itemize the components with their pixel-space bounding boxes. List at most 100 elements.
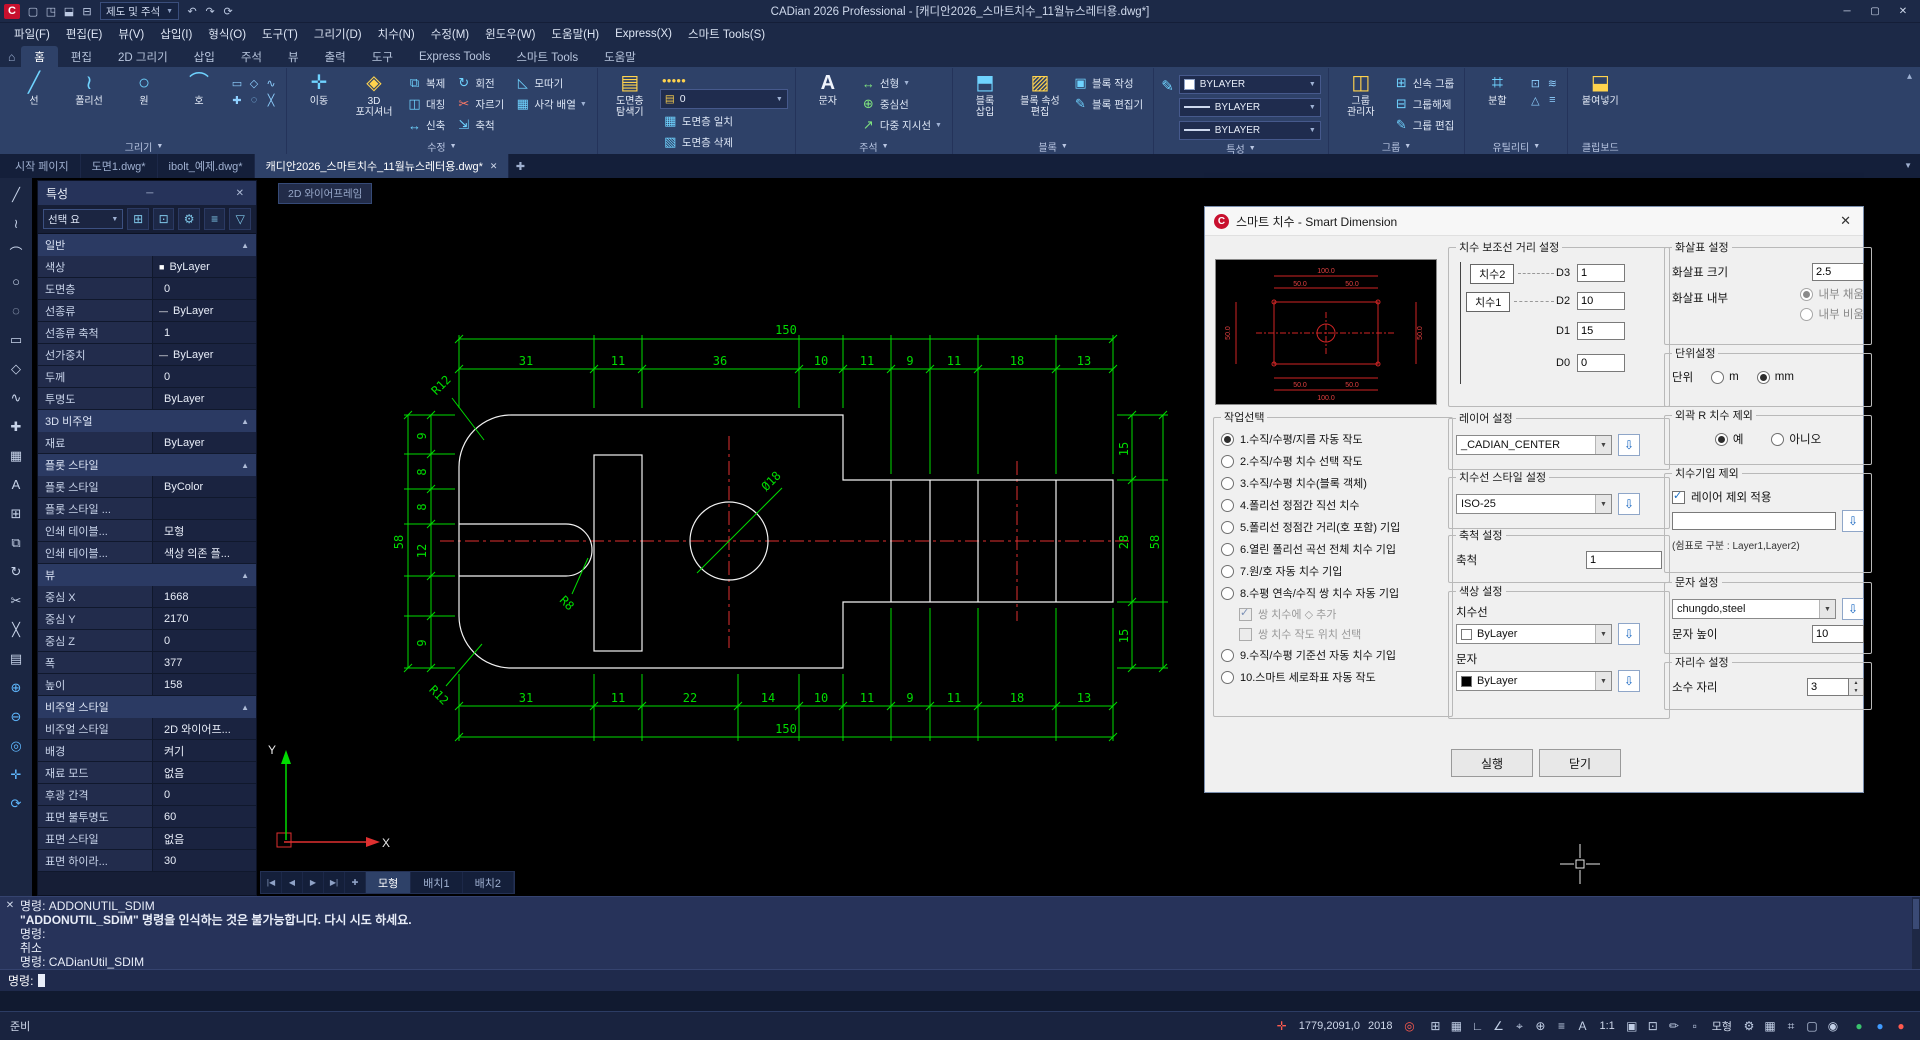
pick-layer-icon[interactable]: ⇩	[1618, 434, 1640, 456]
point-icon[interactable]: ✚	[229, 92, 245, 108]
rotate-button[interactable]: ↻회전	[453, 73, 507, 93]
dialog-title-bar[interactable]: C 스마트 치수 - Smart Dimension ✕	[1205, 207, 1863, 236]
collapse-ribbon-icon[interactable]: ▴	[1907, 71, 1912, 82]
settings-icon[interactable]: ⚙	[178, 208, 200, 230]
outer-r-yes-option[interactable]: 예	[1715, 431, 1744, 447]
property-row[interactable]: 선종류 축척1	[38, 322, 256, 344]
dimension-option[interactable]: 10.스마트 세로좌표 자동 작도	[1221, 666, 1445, 688]
3d-positioner-button[interactable]: ◈3D 포지셔너	[349, 69, 399, 118]
zoom-out-tool-icon[interactable]: ⊖	[1, 702, 31, 731]
run-button[interactable]: 실행	[1451, 749, 1533, 777]
mirror-button[interactable]: ◫대칭	[404, 94, 448, 114]
layer-explorer-button[interactable]: ▤도면층 탐색기	[605, 69, 655, 118]
radio-icon[interactable]	[1800, 288, 1813, 301]
arc-tool-icon[interactable]: ⌒	[1, 238, 31, 267]
osnap-icon[interactable]: ⌖	[1510, 1017, 1528, 1035]
layer-delete-button[interactable]: ▧도면층 삭제	[660, 132, 788, 152]
d0-input[interactable]	[1577, 354, 1625, 372]
select-objects-icon[interactable]: ⊡	[153, 208, 175, 230]
annotation-icon[interactable]: A	[1573, 1017, 1591, 1035]
property-row[interactable]: 두께0	[38, 366, 256, 388]
property-row[interactable]: 재료 모드없음	[38, 762, 256, 784]
close-button[interactable]: ✕	[1890, 2, 1916, 20]
d3-input[interactable]	[1577, 264, 1625, 282]
layer-exclude-checkbox[interactable]: 레이어 제외 적용	[1672, 489, 1864, 505]
group-manager-button[interactable]: ◫그룹 관리자	[1336, 69, 1386, 118]
dynamic-input-icon[interactable]: ✏	[1665, 1017, 1683, 1035]
scale-button[interactable]: ⇲축척	[453, 115, 507, 135]
maximize-button[interactable]: ▢	[1862, 2, 1888, 20]
clean-screen-icon[interactable]: ▢	[1803, 1017, 1821, 1035]
isolate-objects-icon[interactable]: ⌗	[1782, 1017, 1800, 1035]
point-tool-icon[interactable]: ✚	[1, 412, 31, 441]
radio-icon[interactable]	[1711, 371, 1724, 384]
ribbon-tab[interactable]: 삽입	[181, 46, 228, 67]
document-tab[interactable]: 도면1.dwg* ✕	[81, 154, 158, 178]
property-row[interactable]: 플롯 스타일ByColor	[38, 476, 256, 498]
divide-button[interactable]: ⌗분할	[1472, 69, 1522, 107]
ellipse-icon[interactable]: ◌	[246, 92, 262, 108]
ribbon-tab[interactable]: 뷰	[275, 46, 312, 67]
block-editor-button[interactable]: ✎블록 편집기	[1070, 94, 1146, 114]
palette-section-header[interactable]: 일반▲	[38, 234, 256, 256]
rectangle-tool-icon[interactable]: ▭	[1, 325, 31, 354]
dimension-option[interactable]: 5.폴리선 정점간 거리(호 포함) 기입	[1221, 516, 1445, 538]
crosshair-icon[interactable]: ✛	[1273, 1017, 1291, 1035]
ribbon-tab[interactable]: 편집	[58, 46, 105, 67]
cadian-logo[interactable]: C	[4, 4, 20, 19]
block-attribute-button[interactable]: ▨블록 속성 편집	[1015, 69, 1065, 118]
group-label-draw[interactable]: 그리기▼	[9, 139, 279, 154]
space-indicator[interactable]: 모형	[1712, 1018, 1732, 1034]
first-tab-icon[interactable]: |◀	[261, 872, 282, 893]
layer-match-button[interactable]: ▦도면층 일치	[660, 111, 788, 131]
d2-input[interactable]	[1577, 292, 1625, 310]
document-tab[interactable]: 캐디안2026_스마트치수_11월뉴스레터용.dwg* ✕	[255, 154, 510, 178]
status-red-dot[interactable]: ●	[1892, 1017, 1910, 1035]
polyline-button[interactable]: ≀폴리선	[64, 69, 114, 107]
text-color-combo[interactable]: ByLayer▼	[1456, 671, 1612, 691]
arc-button[interactable]: ⌒호	[174, 69, 224, 107]
arrow-empty-option[interactable]: 내부 비움	[1800, 306, 1864, 322]
minimize-button[interactable]: ─	[1834, 2, 1860, 20]
pan-tool-icon[interactable]: ✛	[1, 760, 31, 789]
spline-icon[interactable]: ∿	[263, 75, 279, 91]
line-tool-icon[interactable]: ╱	[1, 180, 31, 209]
dimension-style-combo[interactable]: ISO-25▼	[1456, 494, 1612, 514]
status-green-dot[interactable]: ●	[1850, 1017, 1868, 1035]
stretch-button[interactable]: ↔신축	[404, 115, 448, 135]
radio-icon[interactable]	[1771, 433, 1784, 446]
group-label-group[interactable]: 그룹▼	[1336, 139, 1458, 154]
unit-mm-option[interactable]: mm	[1757, 371, 1794, 384]
polyline-tool-icon[interactable]: ≀	[1, 209, 31, 238]
menu-item[interactable]: 도움말(H)	[543, 23, 607, 45]
menu-item[interactable]: 삽입(I)	[152, 23, 200, 45]
centerline-button[interactable]: ⊕중심선	[858, 94, 945, 114]
refresh-icon[interactable]: ⟳	[219, 3, 237, 19]
palette-title-bar[interactable]: 특성 ─ ✕	[38, 181, 256, 205]
hatch-tool-icon[interactable]: ▦	[1, 441, 31, 470]
ellipse-tool-icon[interactable]: ◌	[1, 296, 31, 325]
trim-button[interactable]: ✂자르기	[453, 94, 507, 114]
open-file-icon[interactable]: ◳	[42, 3, 60, 19]
move-button[interactable]: ✛이동	[294, 69, 344, 107]
grid-icon[interactable]: ▦	[1447, 1017, 1465, 1035]
text-height-input[interactable]	[1812, 625, 1864, 643]
record-icon[interactable]: ◉	[1824, 1017, 1842, 1035]
pick-text-color-icon[interactable]: ⇩	[1618, 670, 1640, 692]
color-combo[interactable]: BYLAYER▼	[1179, 75, 1321, 94]
property-row[interactable]: 표면 불투명도60	[38, 806, 256, 828]
polygon-tool-icon[interactable]: ◇	[1, 354, 31, 383]
radio-icon[interactable]	[1221, 671, 1234, 684]
group-edit-button[interactable]: ✎그룹 편집	[1391, 115, 1458, 135]
menu-item[interactable]: 수정(M)	[423, 23, 477, 45]
linear-dimension-button[interactable]: ↔선형▼	[858, 73, 945, 93]
ribbon-tab[interactable]: 도움말	[591, 46, 649, 67]
print-icon[interactable]: ⊟	[78, 3, 96, 19]
property-row[interactable]: 재료ByLayer	[38, 432, 256, 454]
selection-cycling-icon[interactable]: ▫	[1686, 1017, 1704, 1035]
polar-icon[interactable]: ∠	[1489, 1017, 1507, 1035]
paste-button[interactable]: ⬓붙여넣기	[1575, 69, 1625, 107]
group-label-modify[interactable]: 수정▼	[294, 139, 590, 154]
group-label-utility[interactable]: 유틸리티▼	[1472, 139, 1560, 154]
text-button[interactable]: A문자	[803, 69, 853, 107]
